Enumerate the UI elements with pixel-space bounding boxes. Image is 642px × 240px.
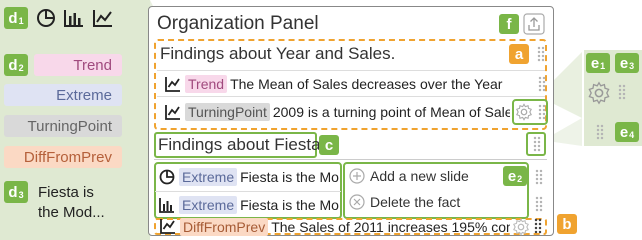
e1-badge: e1 — [586, 53, 610, 73]
pie-chart-icon[interactable] — [36, 8, 56, 28]
panel-title: Organization Panel — [157, 13, 319, 34]
add-slide-menu-item[interactable]: Add a new slide — [349, 168, 469, 184]
trend-tag-option[interactable]: Trend — [34, 54, 122, 76]
section-a-drag-handle[interactable] — [537, 46, 545, 62]
row-drag-handle[interactable] — [538, 104, 546, 120]
dragged-fact-preview[interactable]: Fiesta is the Mod... — [38, 183, 105, 223]
section-year-sales[interactable]: Findings about Year and Sales. a Trend T… — [154, 39, 548, 130]
right-annotation-panel-lower: e4 — [584, 118, 642, 146]
row-drag-handle[interactable] — [534, 218, 542, 234]
delete-fact-label: Delete the fact — [370, 194, 461, 210]
fact-text: The Mean of Sales decreases over the Yea… — [230, 76, 503, 92]
gear-icon[interactable] — [512, 218, 530, 236]
extreme-tag[interactable]: Extreme — [179, 196, 238, 214]
right-connector-upper-wedge — [554, 52, 582, 118]
section-difffromprev[interactable]: DiffFromPrev The Sales of 2011 increases… — [154, 218, 547, 236]
fact-row[interactable]: Trend The Mean of Sales decreases over t… — [157, 70, 546, 97]
right-connector-lower-wedge — [554, 118, 582, 146]
row-drag-handle[interactable] — [535, 196, 543, 212]
b-badge: b — [557, 214, 577, 234]
drag-handle-icon[interactable] — [618, 84, 626, 100]
e4-badge: e4 — [615, 122, 639, 142]
f-badge: f — [499, 14, 519, 34]
e3-badge: e3 — [615, 53, 639, 73]
bar-chart-icon[interactable] — [63, 8, 85, 28]
add-slide-label: Add a new slide — [370, 168, 469, 184]
difffromprev-tag[interactable]: DiffFromPrev — [180, 218, 269, 236]
extreme-tag[interactable]: Extreme — [179, 168, 238, 186]
fact-row[interactable]: TurningPoint 2009 is a turning point of … — [157, 99, 548, 126]
line-chart-icon — [165, 105, 180, 120]
share-icon[interactable] — [523, 13, 545, 35]
row-drag-handle[interactable] — [538, 76, 546, 92]
extreme-tag-option[interactable]: Extreme — [4, 84, 122, 106]
gear-icon[interactable] — [587, 81, 611, 105]
plus-circle-icon — [349, 168, 365, 184]
e2-badge: e2 — [503, 166, 527, 186]
section-fiesta[interactable]: Findings about Fiesta. c — [154, 132, 547, 160]
drag-handle-icon[interactable] — [596, 124, 604, 140]
line-chart-icon — [160, 219, 175, 234]
c-badge: c — [319, 135, 339, 155]
line-chart-icon — [165, 77, 180, 92]
organization-panel: Organization Panel f Findings about Year… — [148, 6, 554, 236]
row-drag-handle[interactable] — [535, 169, 543, 185]
turningpoint-tag[interactable]: TurningPoint — [185, 103, 270, 121]
a-badge: a — [509, 44, 529, 64]
d1-row: d1 — [4, 7, 114, 29]
trend-tag[interactable]: Trend — [185, 75, 228, 93]
bar-chart-icon — [159, 198, 174, 213]
fact-text: The Sales of 2011 increases 195% comp — [271, 219, 510, 235]
dragged-fact-line1: Fiesta is — [38, 184, 94, 201]
fact-text: Fiesta is the Mode — [240, 197, 339, 213]
delete-fact-menu-item[interactable]: Delete the fact — [349, 194, 460, 210]
section-a-title: Findings about Year and Sales. — [160, 44, 396, 63]
d3-badge: d3 — [4, 181, 28, 203]
difffromprev-tag-option[interactable]: DiffFromPrev — [4, 146, 122, 168]
turningpoint-tag-option[interactable]: TurningPoint — [4, 115, 122, 137]
gear-icon[interactable] — [515, 103, 533, 121]
d2-badge: d2 — [4, 54, 28, 76]
dragged-fact-line2: the Mod... — [38, 204, 105, 221]
fact-text: Fiesta is the Mode — [240, 169, 339, 185]
left-annotation-panel: d1 d2 Trend Extreme TurningPoint DiffFro… — [0, 0, 150, 240]
section-c-title: Findings about Fiesta. — [158, 135, 326, 154]
pie-chart-icon — [159, 169, 175, 185]
fact-row[interactable]: Extreme Fiesta is the Mode — [155, 164, 341, 190]
right-annotation-panel-upper: e1 e3 — [584, 50, 642, 118]
section-c-drag-handle[interactable] — [533, 136, 541, 152]
line-chart-icon[interactable] — [92, 8, 114, 28]
context-menu: Add a new slide Delete the fact e2 — [343, 162, 529, 219]
d1-badge: d1 — [4, 7, 28, 29]
fact-text: 2009 is a turning point of Mean of Sales — [272, 104, 510, 120]
close-circle-icon — [349, 194, 365, 210]
fact-row[interactable]: Extreme Fiesta is the Mode — [155, 191, 341, 217]
